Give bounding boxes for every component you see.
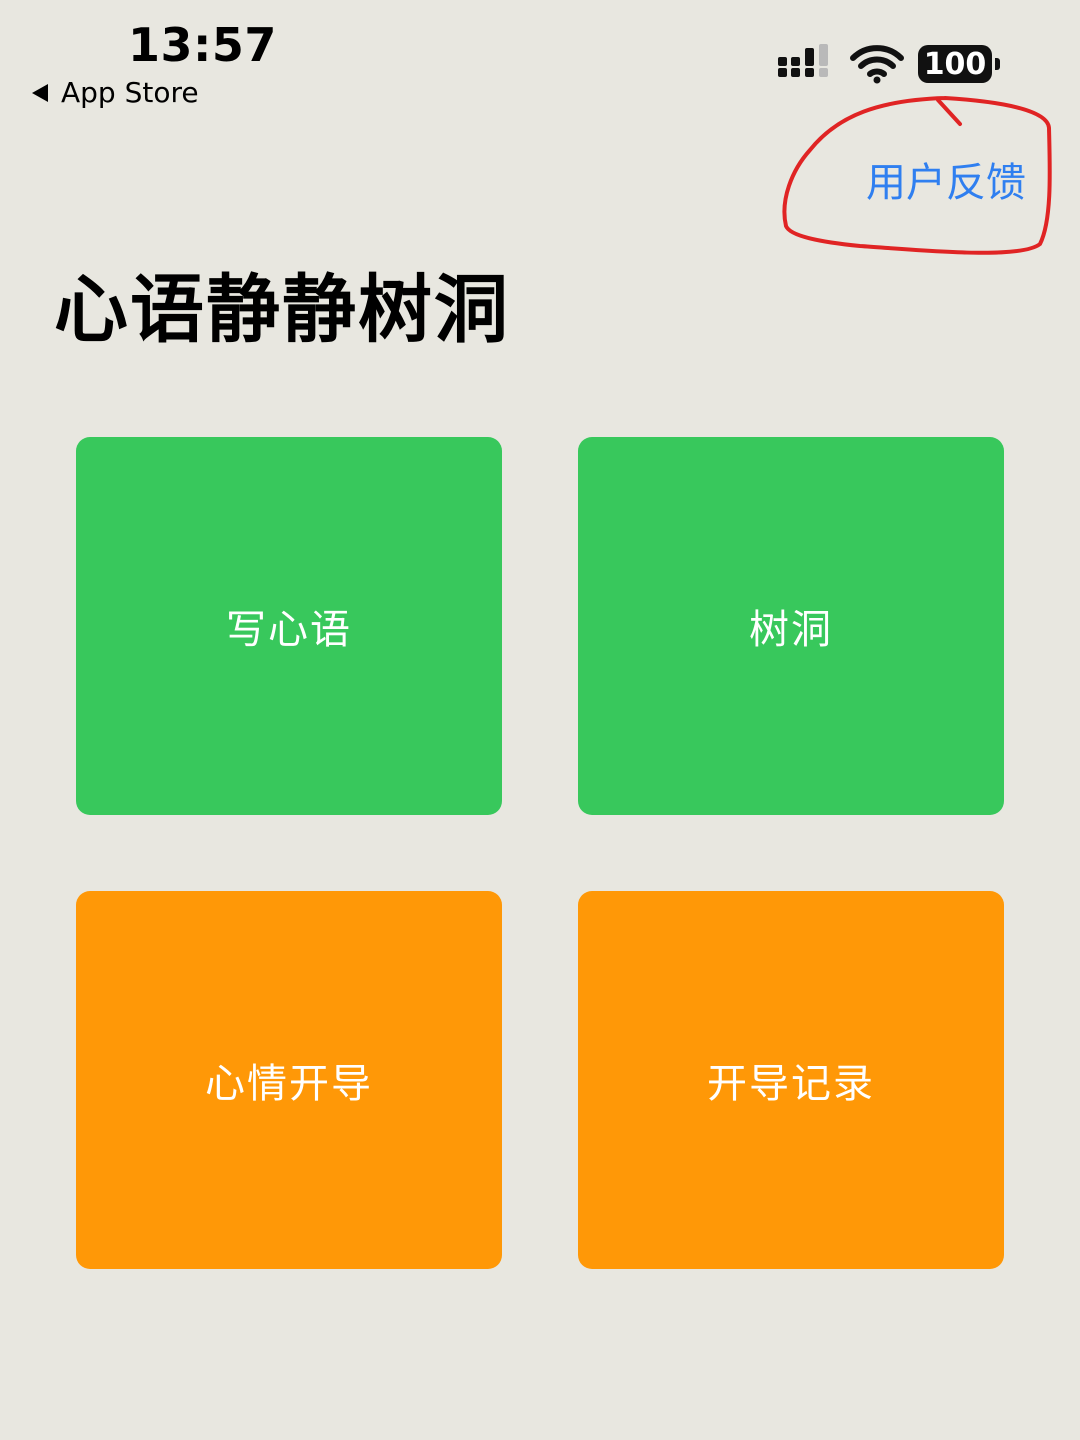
back-to-app-store-link[interactable]: App Store [32,76,199,109]
battery-icon: 100 [918,44,1000,84]
status-time: 13:57 [128,18,277,72]
guidance-records-button[interactable]: 开导记录 [578,891,1004,1269]
battery-cap [995,58,1000,70]
page-title: 心语静静树洞 [54,267,510,353]
mood-guidance-button[interactable]: 心情开导 [76,891,502,1269]
back-arrow-icon [32,83,48,102]
back-link-label: App Store [61,76,199,109]
write-heart-words-button[interactable]: 写心语 [76,437,502,815]
wifi-icon [850,45,904,84]
battery-level: 100 [918,45,992,83]
feedback-link[interactable]: 用户反馈 [866,150,1026,208]
signal-icon [778,44,828,77]
tree-hole-button[interactable]: 树洞 [578,437,1004,815]
